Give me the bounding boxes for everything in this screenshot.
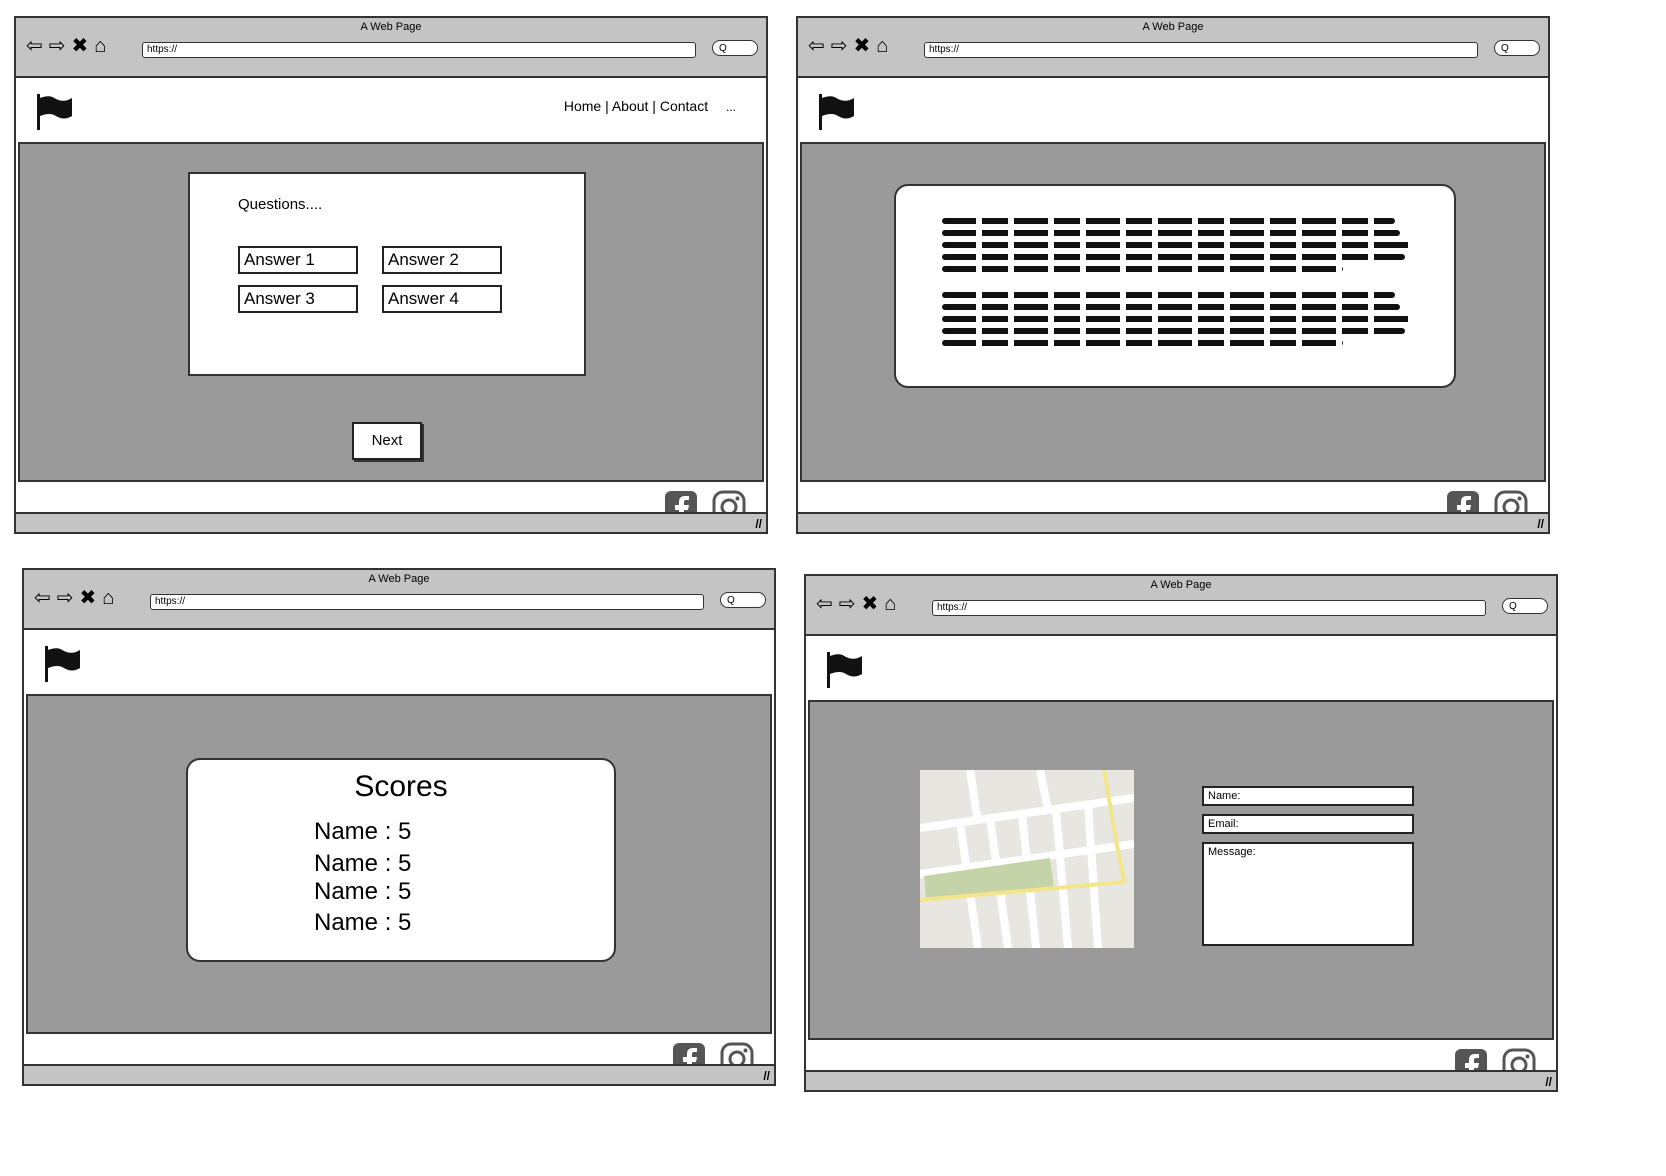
flag-icon[interactable] [34,92,74,132]
back-icon[interactable]: ⇦ [26,36,43,56]
forward-icon[interactable]: ⇨ [57,588,74,608]
flag-icon[interactable] [42,644,82,684]
page-header [24,630,774,692]
text-card [894,184,1456,388]
search-box[interactable]: Q [712,40,758,56]
search-box[interactable]: Q [720,592,766,608]
email-field[interactable]: Email: [1202,814,1414,834]
browser-titlebar: A Web Page ⇦ ⇨ ✖ ⌂ https:// Q [798,18,1548,78]
flag-icon[interactable] [816,92,856,132]
home-icon[interactable]: ⌂ [94,36,106,56]
page-header: Home | About | Contact ... [16,78,766,140]
url-bar[interactable]: https:// [932,600,1486,616]
nav-links-text[interactable]: Home | About | Contact [564,98,708,114]
close-icon[interactable]: ✖ [80,588,97,608]
question-text: Questions.... [238,196,323,213]
browser-window-contact: A Web Page ⇦ ⇨ ✖ ⌂ https:// Q Name: Emai… [804,574,1558,1092]
question-card: Questions.... Answer 1 Answer 2 Answer 3… [188,172,586,376]
resize-handle-icon[interactable]: // [755,517,762,531]
map-image[interactable] [920,770,1134,948]
status-bar: // [24,1064,774,1084]
close-icon[interactable]: ✖ [72,36,89,56]
page-header [798,78,1548,140]
main-content: Scores Name : 5 Name : 5 Name : 5 Name :… [26,694,772,1034]
main-content: Questions.... Answer 1 Answer 2 Answer 3… [18,142,764,482]
home-icon[interactable]: ⌂ [884,594,896,614]
search-box[interactable]: Q [1494,40,1540,56]
placeholder-paragraph-2 [942,292,1414,346]
browser-titlebar: A Web Page ⇦ ⇨ ✖ ⌂ https:// Q [16,18,766,78]
forward-icon[interactable]: ⇨ [831,36,848,56]
browser-window-text: A Web Page ⇦ ⇨ ✖ ⌂ https:// Q // [796,16,1550,534]
window-title: A Web Page [360,21,422,33]
url-bar[interactable]: https:// [142,42,696,58]
forward-icon[interactable]: ⇨ [839,594,856,614]
score-row: Name : 5 [314,818,412,845]
answer-4-button[interactable]: Answer 4 [382,285,502,313]
url-bar[interactable]: https:// [150,594,704,610]
answer-3-button[interactable]: Answer 3 [238,285,358,313]
status-bar: // [798,512,1548,532]
main-content: Name: Email: Message: [808,700,1554,1040]
nav-more[interactable]: ... [726,100,736,114]
message-field[interactable]: Message: [1202,842,1414,946]
answer-2-button[interactable]: Answer 2 [382,246,502,274]
resize-handle-icon[interactable]: // [763,1069,770,1083]
name-field[interactable]: Name: [1202,786,1414,806]
window-title: A Web Page [1142,21,1204,33]
score-row: Name : 5 [314,878,412,905]
browser-titlebar: A Web Page ⇦ ⇨ ✖ ⌂ https:// Q [24,570,774,630]
browser-window-quiz: A Web Page ⇦ ⇨ ✖ ⌂ https:// Q Home | Abo… [14,16,768,534]
placeholder-paragraph-1 [942,218,1414,272]
page-header [806,636,1556,698]
home-icon[interactable]: ⌂ [876,36,888,56]
scores-card: Scores Name : 5 Name : 5 Name : 5 Name :… [186,758,616,962]
close-icon[interactable]: ✖ [854,36,871,56]
url-bar[interactable]: https:// [924,42,1478,58]
close-icon[interactable]: ✖ [862,594,879,614]
home-icon[interactable]: ⌂ [102,588,114,608]
status-bar: // [16,512,766,532]
window-title: A Web Page [368,573,430,585]
resize-handle-icon[interactable]: // [1545,1075,1552,1089]
answer-1-button[interactable]: Answer 1 [238,246,358,274]
browser-window-scores: A Web Page ⇦ ⇨ ✖ ⌂ https:// Q Scores Nam… [22,568,776,1086]
flag-icon[interactable] [824,650,864,690]
resize-handle-icon[interactable]: // [1537,517,1544,531]
score-row: Name : 5 [314,909,412,936]
score-row: Name : 5 [314,850,412,877]
back-icon[interactable]: ⇦ [34,588,51,608]
forward-icon[interactable]: ⇨ [49,36,66,56]
back-icon[interactable]: ⇦ [816,594,833,614]
main-content [800,142,1546,482]
nav-links[interactable]: Home | About | Contact ... [564,98,736,114]
back-icon[interactable]: ⇦ [808,36,825,56]
status-bar: // [806,1070,1556,1090]
browser-titlebar: A Web Page ⇦ ⇨ ✖ ⌂ https:// Q [806,576,1556,636]
search-box[interactable]: Q [1502,598,1548,614]
window-title: A Web Page [1150,579,1212,591]
next-button[interactable]: Next [352,422,422,460]
scores-title: Scores [354,770,448,803]
